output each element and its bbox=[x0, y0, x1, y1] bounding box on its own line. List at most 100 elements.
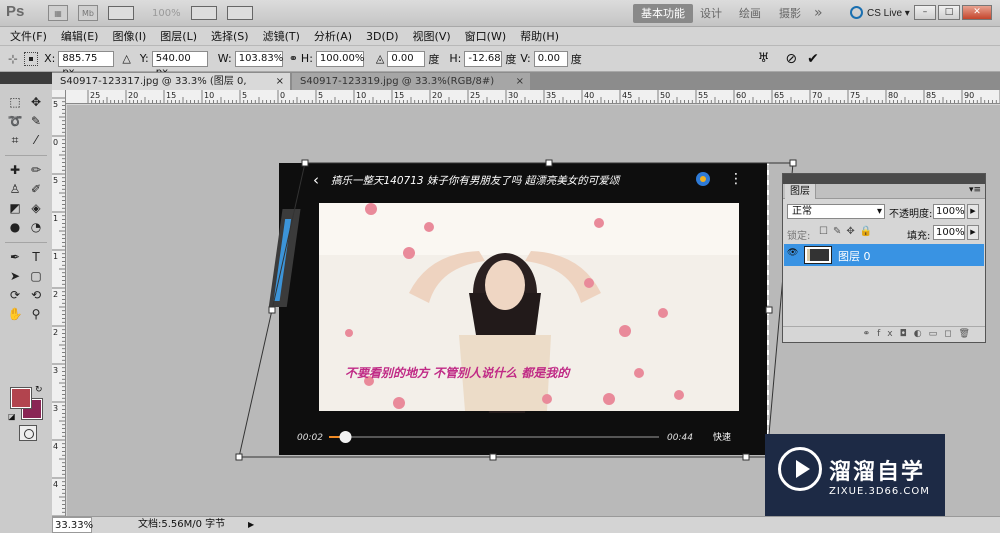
tab-document-2[interactable]: S40917-123319.jpg @ 33.3%(RGB/8#) × bbox=[292, 73, 530, 90]
type-tool-icon[interactable]: T bbox=[26, 249, 46, 265]
lasso-tool-icon[interactable]: ➰ bbox=[5, 113, 25, 129]
view-extras-dropdown[interactable] bbox=[108, 6, 134, 20]
tab-document-1[interactable]: S40917-123317.jpg @ 33.3% (图层 0, RGB/8#)… bbox=[52, 73, 290, 104]
menu-image[interactable]: 图像(I) bbox=[112, 28, 146, 44]
menu-window[interactable]: 窗口(W) bbox=[465, 28, 506, 44]
fill-slider-button[interactable]: ▶ bbox=[967, 225, 979, 240]
mini-bridge-button[interactable]: Mb bbox=[78, 5, 98, 21]
video-speed-button[interactable]: 快速 bbox=[713, 431, 731, 443]
ruler-label: 5 bbox=[53, 100, 58, 109]
maximize-button[interactable]: □ bbox=[938, 5, 960, 20]
history-brush-tool-icon[interactable]: ✐ bbox=[26, 181, 46, 197]
eyedropper-tool-icon[interactable]: ⁄ bbox=[26, 132, 46, 148]
close-tab-icon[interactable]: × bbox=[516, 73, 524, 90]
pen-tool-icon[interactable]: ✒ bbox=[5, 249, 25, 265]
ruler-label: 25 bbox=[90, 91, 100, 100]
workspace-design[interactable]: 设计 bbox=[700, 4, 722, 23]
more-workspaces-icon[interactable]: » bbox=[814, 4, 823, 23]
tools-panel-header[interactable] bbox=[0, 72, 52, 84]
swap-colors-icon[interactable]: ↻ bbox=[35, 385, 43, 395]
marquee-tool-icon[interactable]: ⬚ bbox=[5, 94, 25, 110]
workspace-photography[interactable]: 摄影 bbox=[779, 4, 801, 23]
video-progress-track[interactable] bbox=[329, 436, 659, 438]
blend-mode-select[interactable]: 正常 bbox=[787, 204, 885, 219]
zoom-level-dropdown[interactable]: 100% bbox=[152, 8, 181, 19]
horizontal-ruler[interactable]: 25 20 15 10 5 0 5 10 15 20 25 30 35 40 45 50 55 60 65 70 75 8… bbox=[66, 90, 1000, 104]
path-selection-tool-icon[interactable]: ➤ bbox=[5, 268, 25, 284]
width-scale-field[interactable]: 103.83% bbox=[234, 50, 283, 67]
zoom-field[interactable]: 33.33% bbox=[52, 517, 93, 533]
tab-layers[interactable]: 图层 bbox=[785, 184, 816, 199]
blur-tool-icon[interactable]: ● bbox=[5, 219, 25, 235]
shape-tool-icon[interactable]: ▢ bbox=[26, 268, 46, 284]
lock-icons[interactable]: ☐✎✥🔒 bbox=[819, 226, 877, 237]
menu-view[interactable]: 视图(V) bbox=[413, 28, 451, 44]
horizontal-skew-field[interactable]: -12.68 bbox=[464, 50, 503, 67]
tool-preset-picker[interactable]: ⊹ bbox=[8, 52, 18, 66]
video-menu-icon[interactable]: ⋮ bbox=[729, 171, 743, 187]
workspace-painting[interactable]: 绘画 bbox=[739, 4, 761, 23]
y-position-field[interactable]: 540.00 px bbox=[151, 50, 208, 78]
fill-field[interactable]: 100% bbox=[933, 225, 965, 240]
default-colors-icon[interactable]: ◪ bbox=[8, 412, 16, 421]
screen-mode-dropdown[interactable] bbox=[226, 6, 253, 20]
video-progress-knob[interactable] bbox=[339, 431, 352, 443]
quick-selection-tool-icon[interactable]: ✎ bbox=[26, 113, 46, 129]
menu-edit[interactable]: 编辑(E) bbox=[61, 28, 99, 44]
rotate-field[interactable]: 0.00 bbox=[387, 50, 426, 67]
clone-stamp-tool-icon[interactable]: ♙ bbox=[5, 181, 25, 197]
link-icon[interactable]: ⚭ bbox=[289, 52, 298, 65]
height-scale-field[interactable]: 100.00% bbox=[315, 50, 364, 67]
workspace-essentials[interactable]: 基本功能 bbox=[633, 4, 693, 23]
launch-bridge-button[interactable]: ▦ bbox=[48, 5, 68, 21]
minimize-button[interactable]: – bbox=[914, 5, 936, 20]
move-tool-icon[interactable]: ✥ bbox=[26, 94, 46, 110]
3d-orbit-tool-icon[interactable]: ⟲ bbox=[26, 287, 46, 303]
reference-point-locator[interactable] bbox=[24, 51, 39, 66]
fill-label: 填充: bbox=[907, 231, 931, 242]
hand-tool-icon[interactable]: ✋ bbox=[5, 306, 25, 322]
visibility-eye-icon[interactable]: 👁 bbox=[787, 248, 801, 262]
zoom-tool-icon[interactable]: ⚲ bbox=[26, 306, 46, 322]
foreground-color-swatch[interactable] bbox=[10, 387, 32, 409]
dodge-tool-icon[interactable]: ◔ bbox=[26, 219, 46, 235]
w-label: W: bbox=[217, 52, 232, 65]
warp-mode-icon[interactable]: ♅ bbox=[758, 51, 770, 66]
vertical-ruler[interactable]: 5 0 5 1 1 2 2 3 3 4 4 bbox=[52, 90, 66, 517]
vertical-skew-field[interactable]: 0.00 bbox=[533, 50, 568, 67]
layer-row[interactable]: 👁 图层 0 bbox=[784, 244, 984, 266]
video-back-icon[interactable]: ‹ bbox=[313, 171, 319, 189]
eraser-tool-icon[interactable]: ◩ bbox=[5, 200, 25, 216]
layer-thumbnail bbox=[804, 246, 832, 264]
crop-tool-icon[interactable]: ⌗ bbox=[5, 132, 25, 148]
commit-transform-icon[interactable]: ✔ bbox=[807, 51, 819, 67]
layers-panel-topbar[interactable] bbox=[783, 174, 985, 184]
close-tab-icon[interactable]: × bbox=[276, 73, 284, 90]
menu-analysis[interactable]: 分析(A) bbox=[314, 28, 352, 44]
menu-3d[interactable]: 3D(D) bbox=[366, 30, 399, 43]
opacity-slider-button[interactable]: ▶ bbox=[967, 204, 979, 219]
layers-panel-footer-icons[interactable]: ⚭fx◘◐▭◻🗑 bbox=[783, 326, 985, 342]
delta-icon[interactable]: △ bbox=[122, 52, 130, 65]
rotate-icon: ◬ bbox=[375, 52, 385, 65]
menu-help[interactable]: 帮助(H) bbox=[520, 28, 559, 44]
cs-live-button[interactable]: CS Live ▾ bbox=[850, 6, 910, 19]
ruler-label: 40 bbox=[584, 91, 594, 100]
menu-layer[interactable]: 图层(L) bbox=[160, 28, 197, 44]
quick-mask-icon[interactable] bbox=[19, 425, 37, 441]
brush-tool-icon[interactable]: ✏ bbox=[26, 162, 46, 178]
x-position-field[interactable]: 885.75 px bbox=[58, 50, 115, 78]
opacity-field[interactable]: 100% bbox=[933, 204, 965, 219]
spot-healing-tool-icon[interactable]: ✚ bbox=[5, 162, 25, 178]
layer-name: 图层 0 bbox=[838, 250, 871, 263]
close-button[interactable]: ✕ bbox=[962, 5, 992, 20]
3d-rotate-tool-icon[interactable]: ⟳ bbox=[5, 287, 25, 303]
status-menu-arrow-icon[interactable]: ▶ bbox=[248, 517, 254, 533]
menu-file[interactable]: 文件(F) bbox=[10, 28, 47, 44]
panel-menu-icon[interactable]: ▾≡ bbox=[969, 185, 981, 195]
arrange-documents-dropdown[interactable] bbox=[190, 6, 217, 20]
menu-filter[interactable]: 滤镜(T) bbox=[263, 28, 300, 44]
paint-bucket-tool-icon[interactable]: ◈ bbox=[26, 200, 46, 216]
cancel-transform-icon[interactable]: ⊘ bbox=[785, 51, 797, 67]
menu-select[interactable]: 选择(S) bbox=[211, 28, 249, 44]
